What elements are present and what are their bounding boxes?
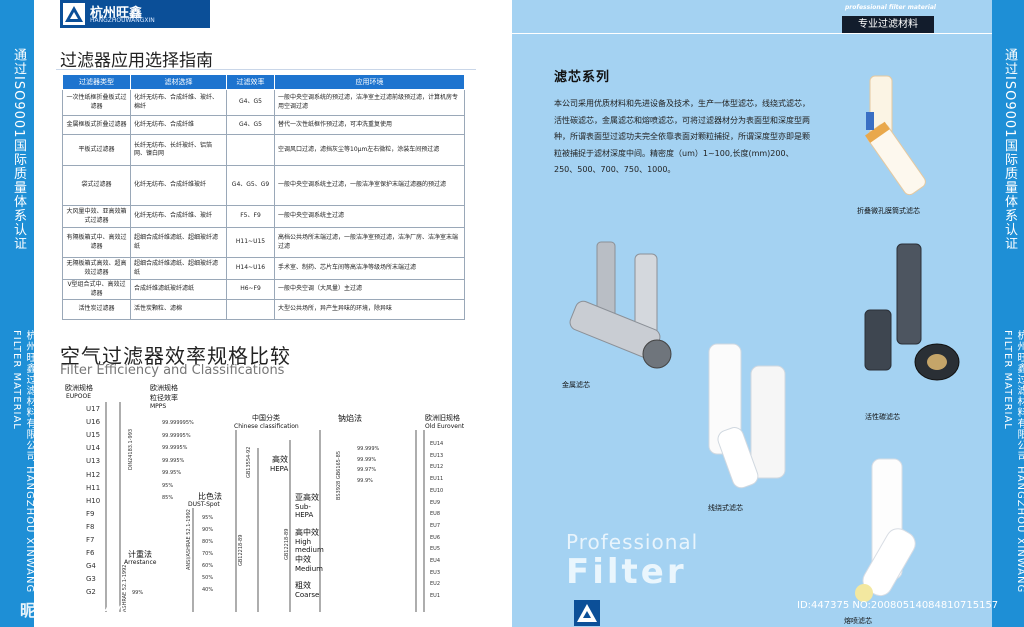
wound-caption: 线绕式滤芯 <box>708 504 743 512</box>
right-page: professional filter material 专业过滤材料 通过IS… <box>512 0 1024 627</box>
header-chinese: 专业过滤材料 <box>842 16 934 33</box>
meltblown-caption: 熔喷滤芯 <box>844 617 872 625</box>
standard-label: DIN24183.1-993 <box>128 428 134 470</box>
meltblown-cartridge-image <box>855 458 916 602</box>
chart-axes <box>105 402 425 612</box>
professional-word: Professional <box>566 530 699 554</box>
header-rule <box>512 33 992 34</box>
carbon-cartridge-image <box>864 243 960 381</box>
metal-caption: 金属滤芯 <box>562 381 590 389</box>
right-side-text-top: 通过ISO9001国际质量体系认证 <box>1002 48 1017 251</box>
bottom-logo-icon <box>574 600 600 626</box>
pleated-cartridge-image <box>865 75 926 196</box>
pleated-caption: 折叠微孔膜筒式滤芯 <box>857 207 920 215</box>
site-watermark: 昵享网 <box>20 601 69 620</box>
standard-label: GB13554-92 <box>246 446 252 478</box>
standard-label: BS3928 GB6165-85 <box>336 450 342 500</box>
right-side-strip: 通过ISO9001国际质量体系认证 杭州旺鑫过滤材料有限公司 HANGZHOU … <box>992 0 1024 627</box>
right-side-text-bottom: 杭州旺鑫过滤材料有限公司 HANGZHOU XINWANG FILTER MAT… <box>1002 330 1024 594</box>
metal-cartridge-image <box>569 241 672 369</box>
image-watermark: ID:447375 NO:20080514084810715157 <box>797 600 999 611</box>
series-description: 本公司采用优质材料和先进设备及技术，生产一体型滤芯，线绕式滤芯，活性碳滤芯，金属… <box>554 99 810 174</box>
site-watermark-url: www.nipic.com <box>100 603 176 614</box>
filter-word: Filter <box>566 552 687 592</box>
standard-label: GB12218-89 <box>284 528 290 560</box>
header-english: professional filter material <box>845 4 936 11</box>
series-title: 滤芯系列 <box>554 70 611 85</box>
standard-label: GB12218-89 <box>238 534 244 566</box>
standard-label: ANSI/ASHRAE 52.1-1992 <box>186 509 192 570</box>
carbon-caption: 活性碳滤芯 <box>865 413 900 421</box>
wound-cartridge-image <box>708 343 786 489</box>
left-page: 通过ISO9001国际质量体系认证 杭州旺鑫过滤材料有限公司 HANGZHOU … <box>0 0 512 627</box>
